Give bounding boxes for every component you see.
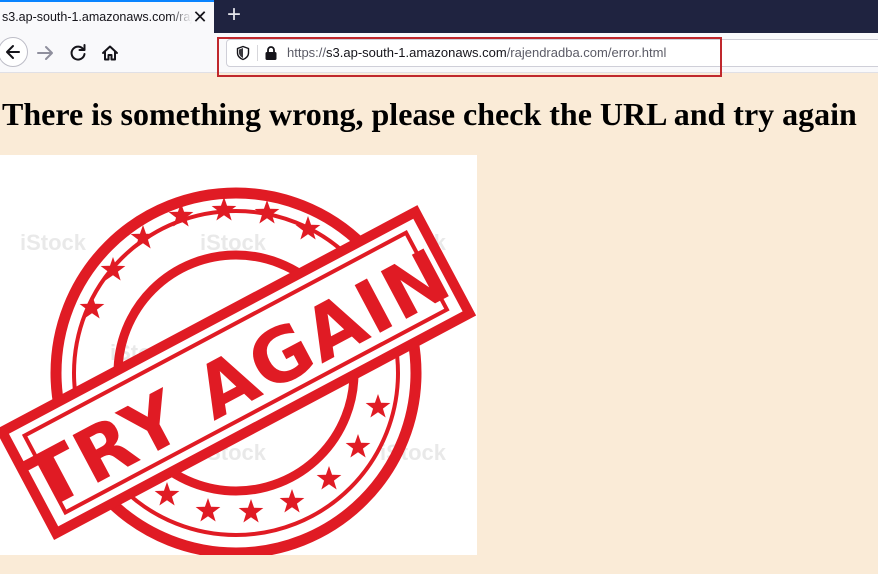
lock-icon[interactable] (264, 45, 278, 61)
url-scheme: https:// (287, 45, 327, 60)
forward-icon (37, 46, 53, 60)
url-separator (257, 45, 258, 61)
close-icon[interactable]: ✕ (192, 8, 208, 26)
url-host: s3.ap-south-1.amazonaws.com (326, 45, 507, 60)
svg-text:iStock: iStock (20, 230, 87, 255)
page-heading: There is something wrong, please check t… (2, 96, 857, 132)
plus-icon[interactable]: + (222, 3, 246, 28)
back-button[interactable] (0, 37, 28, 67)
forward-button[interactable] (32, 39, 60, 67)
home-icon (102, 45, 118, 61)
browser-tab[interactable]: s3.ap-south-1.amazonaws.com/rajendradba.… (0, 0, 214, 33)
url-path: /rajendradba.com/error.html (506, 45, 667, 60)
reload-icon (70, 44, 86, 61)
url-text[interactable]: https://s3.ap-south-1.amazonaws.com/raje… (287, 45, 666, 60)
shield-icon[interactable] (235, 45, 251, 61)
stamp-graphic: iStock iStock iStock iStock iStock iStoc… (0, 187, 477, 559)
reload-button[interactable] (64, 39, 92, 67)
url-bar[interactable]: https://s3.ap-south-1.amazonaws.com/raje… (226, 39, 878, 67)
try-again-stamp-image: iStock iStock iStock iStock iStock iStoc… (0, 155, 477, 559)
back-icon (6, 45, 20, 59)
tab-strip: s3.ap-south-1.amazonaws.com/rajendradba.… (0, 0, 878, 33)
tab-title: s3.ap-south-1.amazonaws.com/rajendradba.… (2, 10, 192, 24)
navigation-toolbar: https://s3.ap-south-1.amazonaws.com/raje… (0, 33, 878, 73)
home-button[interactable] (96, 39, 124, 67)
